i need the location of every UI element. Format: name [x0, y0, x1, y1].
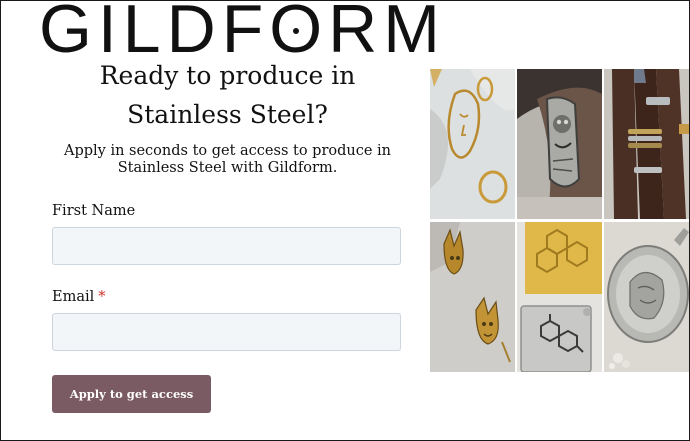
devil-pendants-image: [430, 222, 515, 372]
stacked-rings-image: [604, 69, 689, 219]
email-label-text: Email: [52, 289, 95, 305]
logo-dot: [292, 28, 299, 34]
carved-ring-image: [517, 69, 602, 219]
medallion-image: [604, 222, 689, 372]
form-subtext: Apply in seconds to get access to produc…: [63, 143, 392, 176]
email-label: Email *: [52, 289, 106, 305]
form-headline: Ready to produce in Stainless Steel?: [52, 56, 403, 134]
stacked-rings-illustration: [604, 69, 689, 219]
molecule-pendants-illustration: [517, 222, 602, 372]
devil-pendants-illustration: [430, 222, 515, 372]
headline-line-1: Ready to produce in: [99, 61, 356, 90]
face-earring-illustration: [430, 69, 515, 219]
first-name-field[interactable]: [52, 227, 401, 265]
molecule-pendants-image: [517, 222, 602, 372]
page-frame: GILDFO RM Ready to produce in Stainless S…: [0, 0, 690, 441]
face-earring-image: [430, 69, 515, 219]
carved-ring-illustration: [517, 69, 602, 219]
first-name-input[interactable]: [53, 228, 400, 264]
logo-o: O: [269, 1, 328, 63]
required-marker: *: [98, 289, 106, 305]
first-name-label: First Name: [52, 203, 135, 219]
first-name-label-text: First Name: [52, 203, 136, 219]
medallion-illustration: [604, 222, 689, 372]
email-input[interactable]: [53, 314, 400, 350]
apply-button[interactable]: Apply to get access: [52, 375, 211, 413]
headline-line-2: Stainless Steel?: [127, 100, 328, 129]
gildform-logo: GILDFO RM: [39, 1, 446, 63]
jewelry-photo-grid: [430, 69, 689, 373]
email-field[interactable]: [52, 313, 401, 351]
